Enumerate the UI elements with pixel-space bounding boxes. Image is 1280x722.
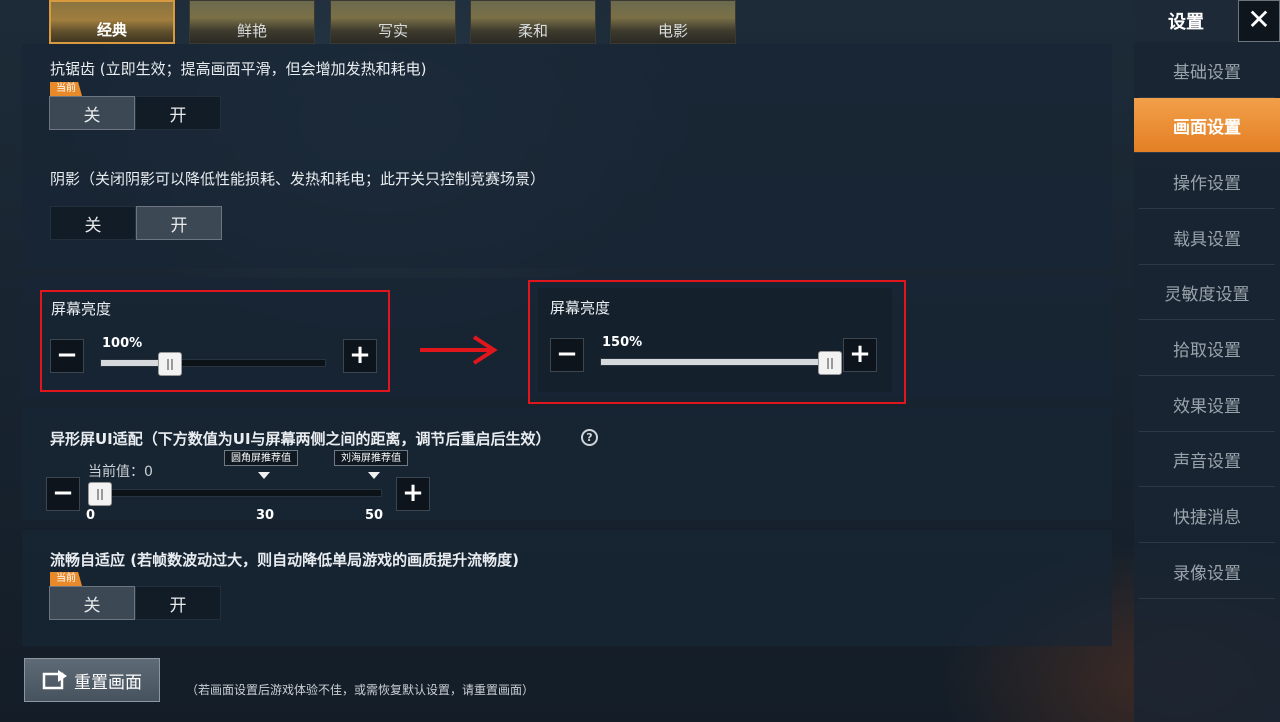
sidebar-item-recording[interactable]: 录像设置 bbox=[1139, 544, 1275, 599]
reset-graphics-button[interactable]: 重置画面 bbox=[24, 658, 160, 702]
filter-label: 写实 bbox=[377, 22, 408, 40]
notch-ui-panel bbox=[22, 408, 1112, 520]
reset-hint: （若画面设置后游戏体验不佳，或需恢复默认设置，请重置画面） bbox=[186, 683, 535, 697]
reset-button-label: 重置画面 bbox=[74, 672, 142, 693]
brightness-value: 100% bbox=[102, 336, 143, 351]
anti-aliasing-on[interactable]: 开 bbox=[135, 96, 221, 130]
brightness-increase-button[interactable]: + bbox=[843, 338, 877, 372]
current-badge: 当前 bbox=[50, 572, 82, 586]
filter-vivid[interactable]: 鲜艳 bbox=[189, 0, 315, 44]
notch-decrease-button[interactable]: − bbox=[46, 477, 80, 511]
notch-current-value: 当前值：0 bbox=[88, 464, 153, 480]
notch-slider-handle[interactable] bbox=[88, 482, 112, 506]
filter-label: 电影 bbox=[657, 22, 688, 40]
filter-realistic[interactable]: 写实 bbox=[330, 0, 456, 44]
filter-classic[interactable]: 经典 bbox=[49, 0, 175, 44]
anti-aliasing-toggle: 关 开 bbox=[49, 96, 221, 130]
notch-increase-button[interactable]: + bbox=[396, 477, 430, 511]
close-icon[interactable]: ✕ bbox=[1238, 0, 1280, 42]
smooth-adaptive-on[interactable]: 开 bbox=[135, 586, 221, 620]
filter-label: 经典 bbox=[96, 21, 127, 39]
brightness-decrease-button[interactable]: − bbox=[550, 338, 584, 372]
sidebar-item-sensitivity[interactable]: 灵敏度设置 bbox=[1139, 265, 1275, 320]
current-badge: 当前 bbox=[50, 82, 82, 96]
sidebar-item-basic[interactable]: 基础设置 bbox=[1139, 43, 1275, 98]
sidebar-item-effects[interactable]: 效果设置 bbox=[1139, 377, 1275, 432]
arrow-right-icon bbox=[420, 335, 498, 365]
anti-aliasing-off[interactable]: 关 bbox=[49, 96, 135, 130]
brightness-slider-track[interactable] bbox=[600, 358, 836, 366]
sidebar-item-controls[interactable]: 操作设置 bbox=[1139, 154, 1275, 209]
brightness-slider-handle[interactable] bbox=[158, 352, 183, 376]
notch-slider-track[interactable] bbox=[88, 489, 382, 497]
notch-ui-label: 异形屏UI适配（下方数值为UI与屏幕两侧之间的距离，调节后重启后生效） bbox=[50, 430, 551, 448]
brightness-slider-fill bbox=[601, 359, 831, 365]
round-screen-marker-icon bbox=[258, 472, 270, 479]
tick-label: 0 bbox=[86, 508, 96, 523]
brightness-increase-button[interactable]: + bbox=[343, 339, 377, 373]
filter-label: 鲜艳 bbox=[236, 22, 267, 40]
shadow-toggle: 关 开 bbox=[50, 206, 222, 240]
shadow-on[interactable]: 开 bbox=[136, 206, 222, 240]
sidebar-item-vehicle[interactable]: 载具设置 bbox=[1139, 210, 1275, 265]
filter-cinematic[interactable]: 电影 bbox=[610, 0, 736, 44]
help-icon[interactable]: ? bbox=[581, 429, 598, 446]
brightness-label: 屏幕亮度 bbox=[51, 300, 112, 318]
smooth-adaptive-toggle: 关 开 bbox=[49, 586, 221, 620]
sidebar-item-quick-messages[interactable]: 快捷消息 bbox=[1139, 488, 1275, 543]
smooth-adaptive-off[interactable]: 关 bbox=[49, 586, 135, 620]
notch-screen-recommend-tag: 刘海屏推荐值 bbox=[334, 450, 408, 466]
tick-label: 30 bbox=[256, 508, 275, 523]
smooth-adaptive-label: 流畅自适应 (若帧数波动过大，则自动降低单局游戏的画质提升流畅度) bbox=[50, 551, 519, 569]
filter-soft[interactable]: 柔和 bbox=[470, 0, 596, 44]
shadow-off[interactable]: 关 bbox=[50, 206, 136, 240]
tick-label: 50 bbox=[365, 508, 384, 523]
reset-icon bbox=[42, 670, 67, 690]
round-screen-recommend-tag: 圆角屏推荐值 bbox=[224, 450, 298, 466]
sidebar-item-graphics[interactable]: 画面设置 bbox=[1134, 98, 1280, 153]
filter-label: 柔和 bbox=[517, 22, 548, 40]
anti-aliasing-label: 抗锯齿 (立即生效；提高画面平滑，但会增加发热和耗电) bbox=[50, 60, 427, 78]
shadow-label: 阴影（关闭阴影可以降低性能损耗、发热和耗电；此开关只控制竞赛场景） bbox=[50, 170, 546, 188]
sidebar-item-pickup[interactable]: 拾取设置 bbox=[1139, 321, 1275, 376]
brightness-label: 屏幕亮度 bbox=[550, 299, 611, 317]
notch-screen-marker-icon bbox=[368, 472, 380, 479]
brightness-slider-track[interactable] bbox=[100, 359, 326, 367]
sidebar-item-sound[interactable]: 声音设置 bbox=[1139, 432, 1275, 487]
settings-title: 设置 bbox=[1134, 0, 1238, 42]
brightness-value: 150% bbox=[602, 335, 643, 350]
brightness-slider-handle[interactable] bbox=[818, 351, 842, 375]
brightness-decrease-button[interactable]: − bbox=[50, 339, 84, 373]
